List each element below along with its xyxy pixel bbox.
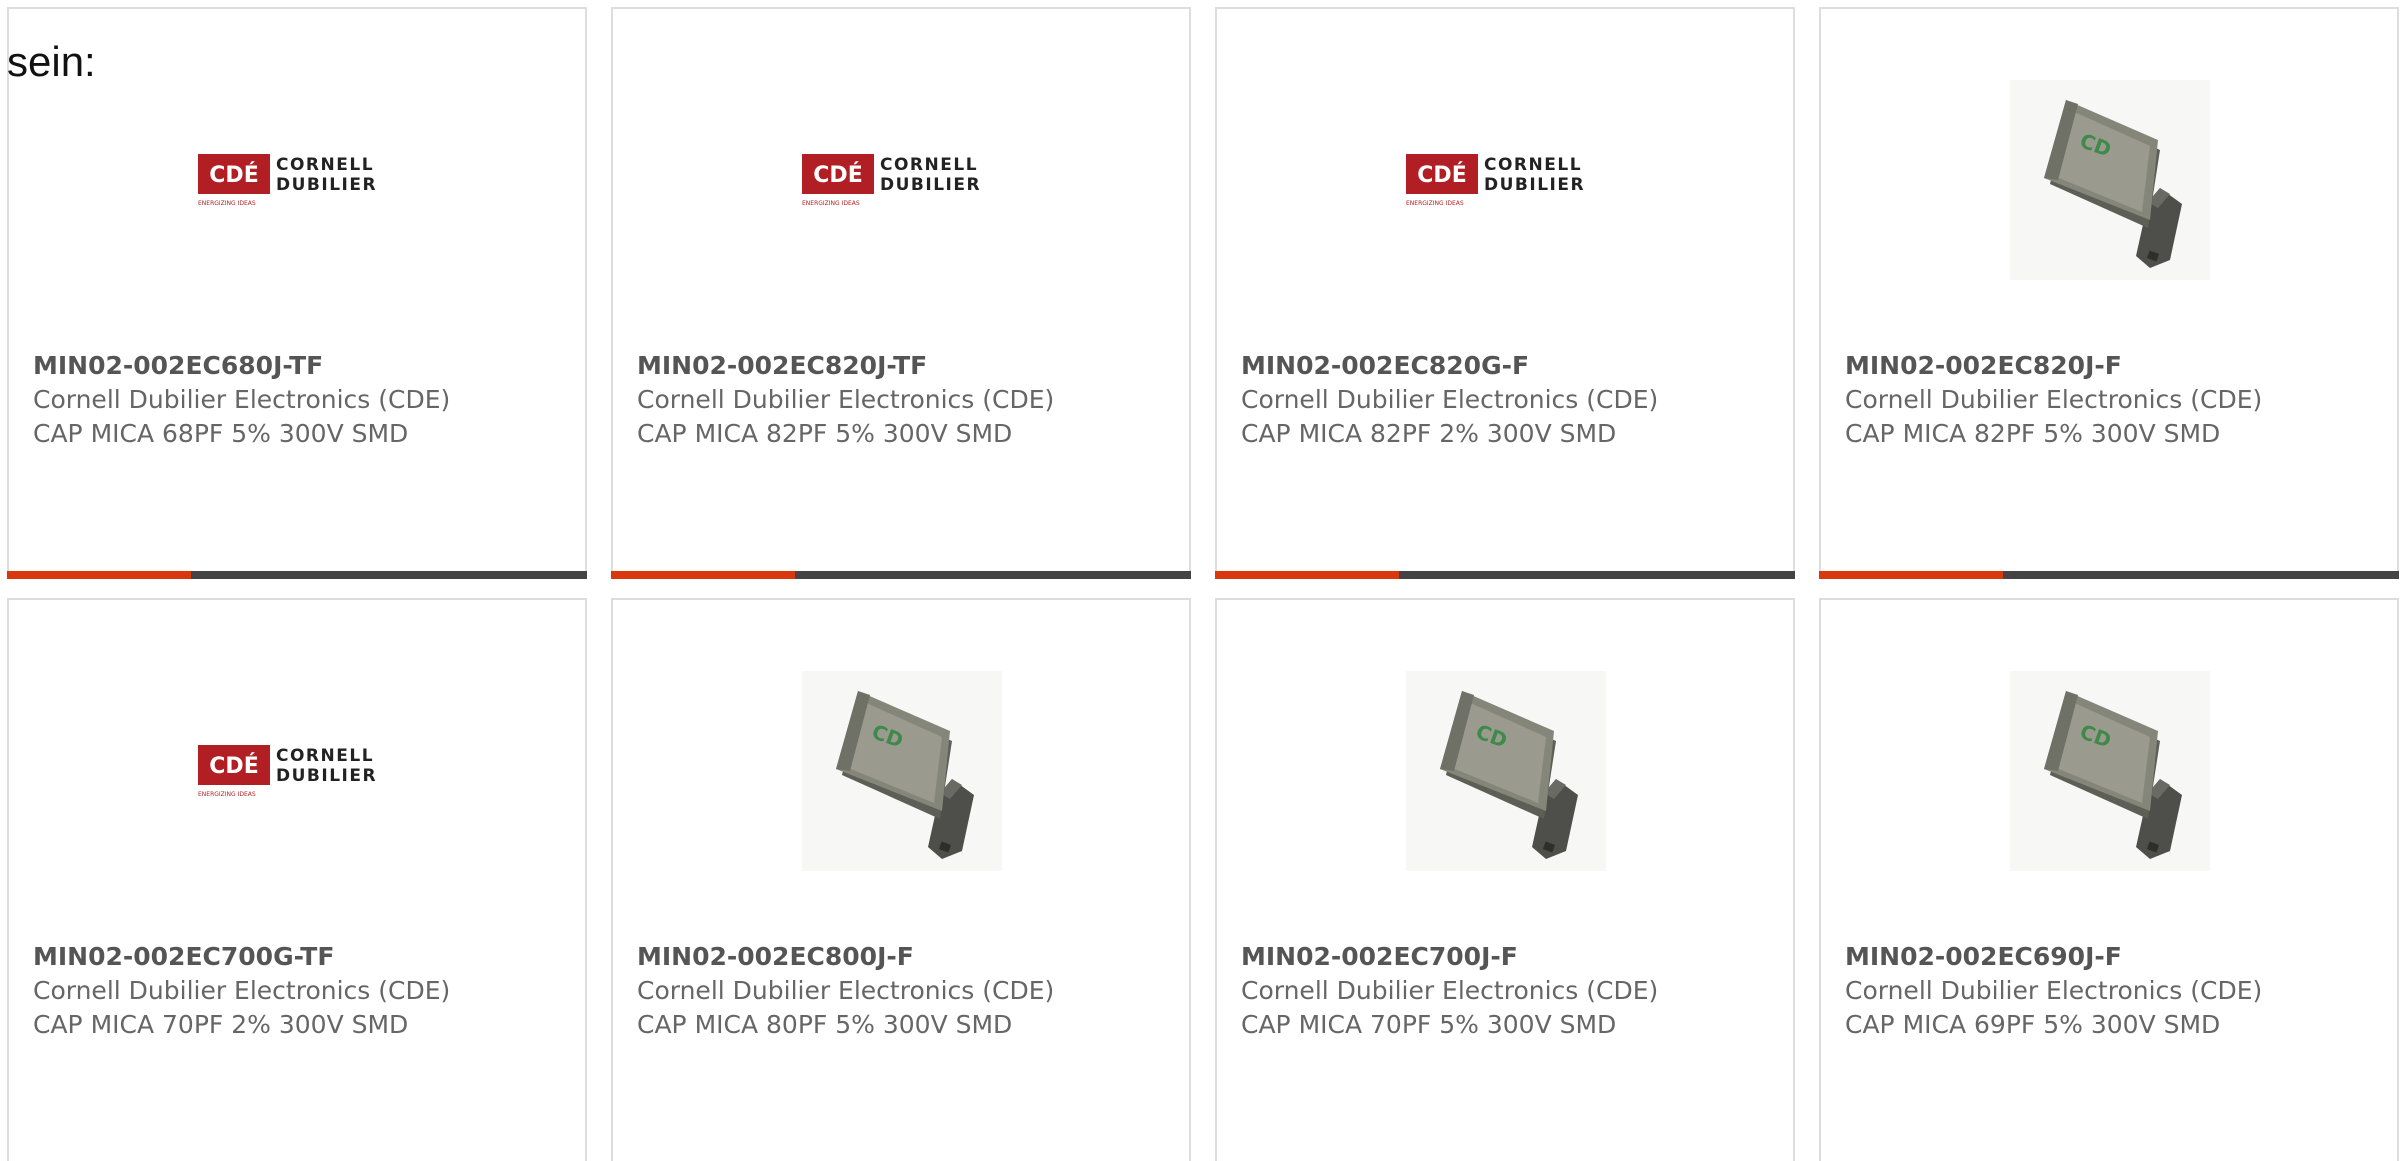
card-bottom-bar — [7, 571, 587, 579]
product-card[interactable]: CDÉ CORNELL DUBILIER ENERGIZING IDEAS MI… — [611, 7, 1191, 579]
product-card[interactable]: CD MIN02-002EC690J-F Cornell Dubilier Ele… — [1819, 598, 2399, 1161]
product-image[interactable]: CD — [802, 671, 1002, 871]
product-card[interactable]: CD MIN02-002EC820J-F Cornell Dubilier Ele… — [1819, 7, 2399, 579]
svg-text:DUBILIER: DUBILIER — [276, 766, 377, 786]
manufacturer-name: Cornell Dubilier Electronics (CDE) — [33, 385, 451, 414]
svg-text:CDÉ: CDÉ — [813, 162, 862, 188]
product-description: CAP MICA 82PF 5% 300V SMD — [637, 419, 1013, 448]
product-card[interactable]: CD MIN02-002EC800J-F Cornell Dubilier Ele… — [611, 598, 1191, 1161]
product-info: MIN02-002EC700G-TF Cornell Dubilier Elect… — [33, 940, 563, 1042]
svg-text:ENERGIZING IDEAS: ENERGIZING IDEAS — [198, 200, 256, 207]
manufacturer-name: Cornell Dubilier Electronics (CDE) — [1241, 385, 1659, 414]
product-description: CAP MICA 69PF 5% 300V SMD — [1845, 1010, 2221, 1039]
product-grid-page: sein: CDÉ CORNELL DUBILIER ENERGIZING ID… — [0, 0, 2400, 1161]
product-image[interactable]: CDÉ CORNELL DUBILIER ENERGIZING IDEAS — [198, 80, 398, 280]
capacitor-photo-icon: CD — [1406, 671, 1606, 871]
product-info: MIN02-002EC680J-TF Cornell Dubilier Elect… — [33, 349, 563, 451]
intro-text: sein: — [7, 38, 96, 85]
card-bottom-bar — [1215, 571, 1795, 579]
product-info: MIN02-002EC800J-F Cornell Dubilier Electr… — [637, 940, 1167, 1042]
cde-logo-icon: CDÉ CORNELL DUBILIER ENERGIZING IDEAS — [198, 745, 377, 798]
manufacturer-name: Cornell Dubilier Electronics (CDE) — [1845, 385, 2263, 414]
product-description: CAP MICA 82PF 5% 300V SMD — [1845, 419, 2221, 448]
product-info: MIN02-002EC820G-F Cornell Dubilier Electr… — [1241, 349, 1771, 451]
product-description: CAP MICA 80PF 5% 300V SMD — [637, 1010, 1013, 1039]
product-info: MIN02-002EC700J-F Cornell Dubilier Electr… — [1241, 940, 1771, 1042]
manufacturer-name: Cornell Dubilier Electronics (CDE) — [637, 976, 1055, 1005]
manufacturer-name: Cornell Dubilier Electronics (CDE) — [1845, 976, 2263, 1005]
product-description: CAP MICA 82PF 2% 300V SMD — [1241, 419, 1617, 448]
product-image[interactable]: CDÉ CORNELL DUBILIER ENERGIZING IDEAS — [1406, 80, 1606, 280]
product-image[interactable]: CD — [2010, 80, 2210, 280]
card-accent-bar — [1819, 571, 2003, 579]
part-number-link[interactable]: MIN02-002EC690J-F — [1845, 940, 2375, 974]
capacitor-photo-icon: CD — [2010, 80, 2210, 280]
manufacturer-name: Cornell Dubilier Electronics (CDE) — [1241, 976, 1659, 1005]
svg-text:CDÉ: CDÉ — [209, 162, 258, 188]
product-description: CAP MICA 68PF 5% 300V SMD — [33, 419, 409, 448]
card-accent-bar — [1215, 571, 1399, 579]
svg-text:DUBILIER: DUBILIER — [1484, 175, 1585, 195]
product-image[interactable]: CDÉ CORNELL DUBILIER ENERGIZING IDEAS — [198, 671, 398, 871]
product-card[interactable]: CDÉ CORNELL DUBILIER ENERGIZING IDEAS MI… — [7, 598, 587, 1161]
part-number-link[interactable]: MIN02-002EC700G-TF — [33, 940, 563, 974]
svg-text:ENERGIZING IDEAS: ENERGIZING IDEAS — [1406, 200, 1464, 207]
part-number-link[interactable]: MIN02-002EC680J-TF — [33, 349, 563, 383]
svg-text:DUBILIER: DUBILIER — [276, 175, 377, 195]
part-number-link[interactable]: MIN02-002EC820J-F — [1845, 349, 2375, 383]
product-info: MIN02-002EC820J-F Cornell Dubilier Electr… — [1845, 349, 2375, 451]
svg-text:CORNELL: CORNELL — [880, 155, 978, 175]
part-number-link[interactable]: MIN02-002EC820J-TF — [637, 349, 1167, 383]
svg-text:DUBILIER: DUBILIER — [880, 175, 981, 195]
card-bottom-bar — [611, 571, 1191, 579]
product-description: CAP MICA 70PF 5% 300V SMD — [1241, 1010, 1617, 1039]
svg-text:ENERGIZING IDEAS: ENERGIZING IDEAS — [198, 791, 256, 798]
capacitor-photo-icon: CD — [2010, 671, 2210, 871]
cde-logo-icon: CDÉ CORNELL DUBILIER ENERGIZING IDEAS — [198, 154, 377, 207]
product-card[interactable]: CD MIN02-002EC700J-F Cornell Dubilier Ele… — [1215, 598, 1795, 1161]
svg-text:CORNELL: CORNELL — [1484, 155, 1582, 175]
manufacturer-name: Cornell Dubilier Electronics (CDE) — [33, 976, 451, 1005]
capacitor-photo-icon: CD — [802, 671, 1002, 871]
card-accent-bar — [611, 571, 795, 579]
part-number-link[interactable]: MIN02-002EC700J-F — [1241, 940, 1771, 974]
card-accent-bar — [7, 571, 191, 579]
product-card[interactable]: CDÉ CORNELL DUBILIER ENERGIZING IDEAS MI… — [7, 7, 587, 579]
card-bottom-bar — [1819, 571, 2399, 579]
product-info: MIN02-002EC820J-TF Cornell Dubilier Elect… — [637, 349, 1167, 451]
part-number-link[interactable]: MIN02-002EC800J-F — [637, 940, 1167, 974]
manufacturer-name: Cornell Dubilier Electronics (CDE) — [637, 385, 1055, 414]
svg-text:CORNELL: CORNELL — [276, 155, 374, 175]
product-image[interactable]: CDÉ CORNELL DUBILIER ENERGIZING IDEAS — [802, 80, 1002, 280]
product-description: CAP MICA 70PF 2% 300V SMD — [33, 1010, 409, 1039]
cde-logo-icon: CDÉ CORNELL DUBILIER ENERGIZING IDEAS — [1406, 154, 1585, 207]
product-image[interactable]: CD — [2010, 671, 2210, 871]
svg-text:CDÉ: CDÉ — [209, 753, 258, 779]
svg-text:ENERGIZING IDEAS: ENERGIZING IDEAS — [802, 200, 860, 207]
product-card[interactable]: CDÉ CORNELL DUBILIER ENERGIZING IDEAS MI… — [1215, 7, 1795, 579]
product-info: MIN02-002EC690J-F Cornell Dubilier Electr… — [1845, 940, 2375, 1042]
svg-text:CDÉ: CDÉ — [1417, 162, 1466, 188]
svg-text:CORNELL: CORNELL — [276, 746, 374, 766]
product-image[interactable]: CD — [1406, 671, 1606, 871]
cde-logo-icon: CDÉ CORNELL DUBILIER ENERGIZING IDEAS — [802, 154, 981, 207]
part-number-link[interactable]: MIN02-002EC820G-F — [1241, 349, 1771, 383]
